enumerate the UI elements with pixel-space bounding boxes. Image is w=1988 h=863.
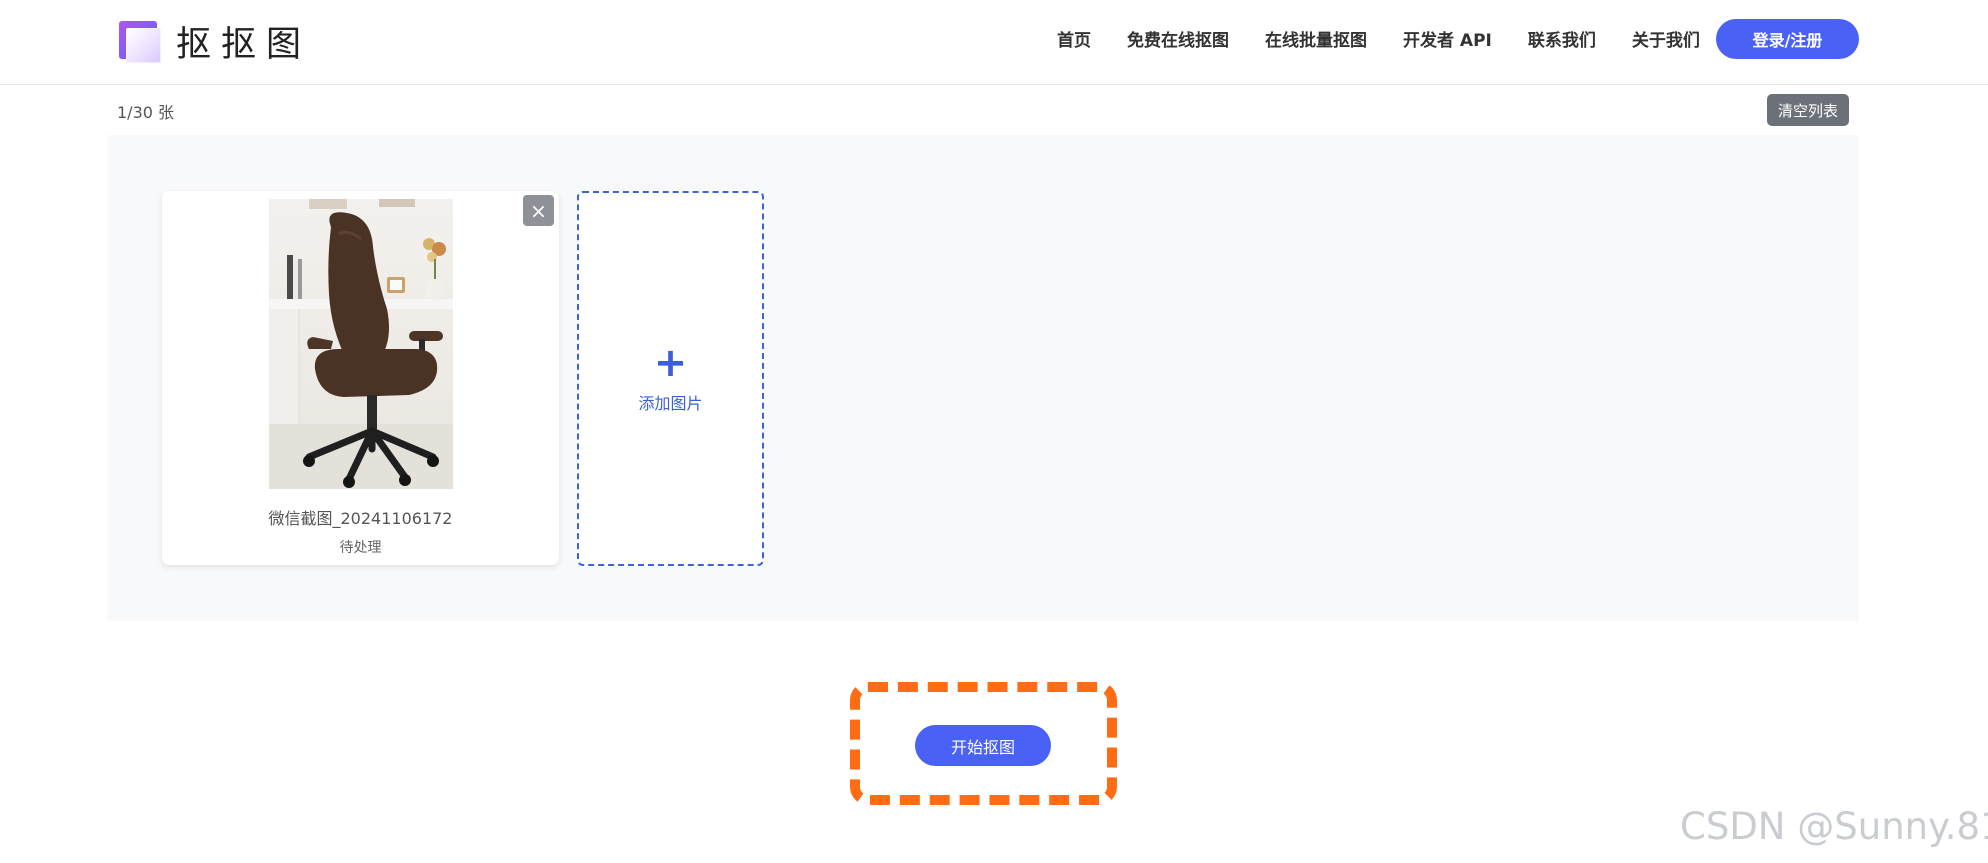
- nav-developer-api[interactable]: 开发者 API: [1403, 26, 1492, 51]
- nav-about-us[interactable]: 关于我们: [1632, 26, 1700, 51]
- logo-text: 抠抠图: [176, 25, 312, 65]
- main-nav: 首页 免费在线抠图 在线批量抠图 开发者 API 联系我们 关于我们: [1057, 26, 1700, 51]
- nav-batch-cutout[interactable]: 在线批量抠图: [1265, 26, 1367, 51]
- start-cutout-button[interactable]: 开始抠图: [915, 725, 1051, 766]
- top-header: 抠抠图 首页 免费在线抠图 在线批量抠图 开发者 API 联系我们 关于我们 登…: [0, 0, 1988, 85]
- image-file-name: 微信截图_20241106172: [268, 509, 453, 528]
- nav-contact-us[interactable]: 联系我们: [1528, 26, 1596, 51]
- chair-photo: [269, 199, 453, 489]
- logo-icon: [119, 20, 161, 63]
- image-card: × 微信截图_20241106172 待处理: [162, 191, 559, 565]
- site-logo[interactable]: 抠抠图: [119, 16, 311, 67]
- add-image-label: 添加图片: [638, 394, 703, 413]
- add-image-button[interactable]: + 添加图片: [577, 191, 764, 566]
- image-status: 待处理: [339, 540, 382, 556]
- login-register-button[interactable]: 登录/注册: [1716, 19, 1859, 59]
- plus-icon: +: [653, 340, 688, 386]
- image-thumbnail: [269, 199, 453, 489]
- clear-list-button[interactable]: 清空列表: [1767, 94, 1849, 126]
- nav-free-online-cutout[interactable]: 免费在线抠图: [1127, 26, 1229, 51]
- image-count: 1/30 张: [117, 103, 175, 122]
- nav-home[interactable]: 首页: [1057, 26, 1091, 51]
- watermark: CSDN @Sunny.81: [1680, 805, 1988, 848]
- remove-image-close-icon[interactable]: ×: [523, 195, 554, 226]
